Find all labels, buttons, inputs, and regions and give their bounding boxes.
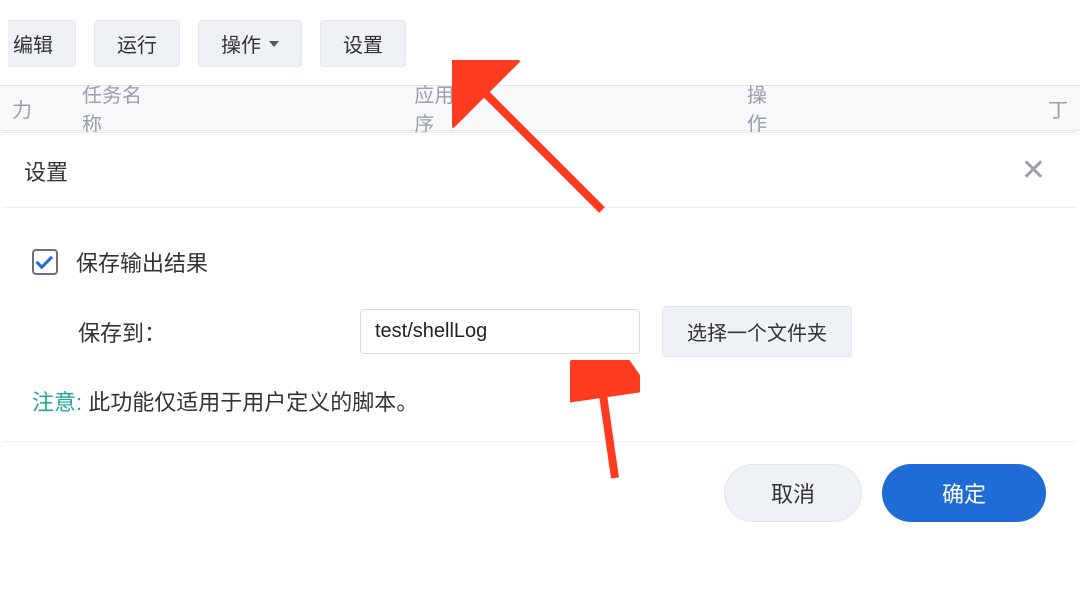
toolbar: 编辑 运行 操作 设置 [0, 0, 1080, 85]
toolbar-settings-button[interactable]: 设置 [320, 20, 406, 67]
caret-down-icon [269, 41, 279, 47]
note-body: 此功能仅适用于用户定义的脚本。 [82, 390, 418, 415]
close-icon[interactable]: ✕ [1021, 156, 1046, 186]
save-output-label: 保存输出结果 [76, 246, 208, 278]
cancel-label: 取消 [771, 482, 815, 507]
save-output-checkbox[interactable] [32, 249, 58, 275]
cancel-button[interactable]: 取消 [724, 464, 862, 522]
toolbar-run-button[interactable]: 运行 [94, 20, 180, 67]
save-to-row: 保存到： 选择一个文件夹 [32, 306, 1046, 357]
table-header-row: 力 任务名称 应用程序 操作 丁 [0, 85, 1080, 131]
toolbar-edit-button[interactable]: 编辑 [8, 20, 76, 67]
dialog-header: 设置 ✕ [2, 133, 1076, 208]
dialog-body: 保存输出结果 保存到： 选择一个文件夹 注意: 此功能仅适用于用户定义的脚本。 [2, 208, 1076, 441]
choose-folder-button[interactable]: 选择一个文件夹 [662, 306, 852, 357]
dialog-footer: 取消 确定 [2, 441, 1076, 528]
save-output-row: 保存输出结果 [32, 246, 1046, 278]
choose-folder-label: 选择一个文件夹 [687, 323, 827, 345]
settings-dialog: 设置 ✕ 保存输出结果 保存到： 选择一个文件夹 注意: 此功能仅适用于用户定义… [2, 132, 1076, 528]
toolbar-edit-label: 编辑 [13, 29, 53, 58]
table-col-right-edge: 丁 [1048, 94, 1068, 123]
save-to-label: 保存到： [78, 316, 338, 348]
table-col-application: 应用程序 [414, 79, 476, 137]
toolbar-actions-label: 操作 [221, 29, 261, 58]
toolbar-actions-dropdown[interactable]: 操作 [198, 20, 302, 67]
table-col-enabled-partial: 力 [12, 94, 32, 123]
note-text-line: 注意: 此功能仅适用于用户定义的脚本。 [32, 385, 1046, 417]
note-prefix: 注意: [32, 390, 82, 415]
toolbar-run-label: 运行 [117, 29, 157, 58]
ok-button[interactable]: 确定 [882, 464, 1046, 522]
table-col-task-name: 任务名称 [82, 79, 144, 137]
ok-label: 确定 [942, 482, 986, 507]
table-col-operate: 操作 [747, 79, 778, 137]
dialog-title: 设置 [24, 155, 68, 187]
toolbar-settings-label: 设置 [343, 29, 383, 58]
save-to-input[interactable] [360, 309, 640, 354]
check-icon [35, 251, 53, 269]
